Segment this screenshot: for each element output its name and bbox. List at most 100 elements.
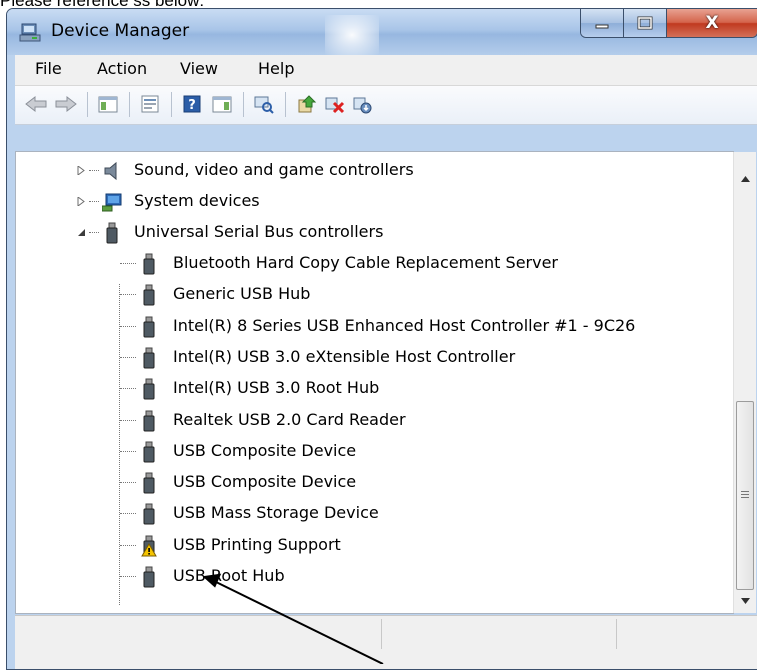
tree-item-label: USB Printing Support [173,534,341,554]
tree-connector [120,388,136,390]
scroll-up-arrow-icon [740,176,750,182]
maximize-icon [637,16,653,30]
uninstall-device-icon [325,97,345,114]
minimize-button[interactable] [581,9,624,37]
disable-device-icon [353,97,372,114]
tree-item-sound-video-game[interactable]: Sound, video and game controllers [16,157,726,183]
tree-item-label: System devices [134,191,260,210]
window-title: Device Manager [51,21,190,41]
thumb-grip [741,497,749,498]
tree-item-label: Sound, video and game controllers [134,160,414,179]
device-tree[interactable]: Sound, video and game controllers System… [15,151,734,614]
tree-connector [120,544,136,546]
tree-item-label: Bluetooth Hard Copy Cable Replacement Se… [173,253,558,272]
tree-connector [120,419,136,421]
tree-connector [120,576,136,577]
tree-connector [89,170,99,171]
toolbar-separator [87,92,88,117]
close-button[interactable]: X [667,9,757,37]
tree-item-label: Intel(R) USB 3.0 eXtensible Host Control… [173,346,516,366]
properties-button[interactable] [137,91,163,117]
menu-view[interactable]: View [180,59,218,78]
tree-connector [120,325,136,327]
scan-hardware-button[interactable] [251,91,277,117]
usb-device-item[interactable]: Bluetooth Hard Copy Cable Replacement Se… [16,250,726,276]
scroll-up-button[interactable] [734,170,756,188]
menu-action[interactable]: Action [97,59,147,78]
usb-connector-icon [143,472,155,494]
scroll-down-arrow-icon [740,598,750,604]
tree-connector [89,232,99,233]
update-driver-button[interactable] [293,91,319,117]
tree-item-usb-controllers[interactable]: Universal Serial Bus controllers [16,219,726,245]
usb-device-item[interactable]: USB Printing Support [16,532,726,558]
show-hide-console-tree-icon [98,96,118,113]
expand-arrow-icon[interactable] [77,166,86,175]
usb-device-item[interactable]: USB Composite Device [16,469,726,495]
collapse-arrow-icon[interactable] [77,228,86,237]
status-pane [381,619,617,649]
usb-connector-icon [143,441,155,463]
tree-connector [89,201,99,202]
scroll-down-button[interactable] [734,592,756,610]
tree-item-label: USB Root Hub [173,566,285,585]
tree-item-label: USB Mass Storage Device [173,503,379,523]
action-pane-button[interactable] [209,91,235,117]
usb-connector-icon [143,316,155,338]
usb-device-item[interactable]: Intel(R) USB 3.0 eXtensible Host Control… [16,344,726,370]
window-controls: X [580,9,757,38]
back-icon [25,95,47,113]
usb-device-item[interactable]: USB Composite Device [16,438,726,464]
thumb-grip [741,494,749,495]
usb-connector-icon [106,222,118,244]
action-pane-icon [212,96,232,113]
forward-icon [55,95,77,113]
scrollbar-thumb[interactable] [736,401,754,590]
tree-item-label: USB Composite Device [173,440,357,460]
uninstall-device-button[interactable] [321,91,347,117]
usb-device-item[interactable]: USB Root Hub [16,563,726,589]
forward-button[interactable] [53,91,79,117]
toolbar-separator [171,92,172,117]
close-icon: X [705,13,719,33]
toolbar-separator [129,92,130,117]
thumb-grip [741,491,749,492]
usb-connector-icon [143,347,155,369]
toolbar-separator [243,92,244,117]
device-manager-window: Device Manager X File Action View Help ?… [6,8,757,670]
tree-item-label: Universal Serial Bus controllers [134,222,384,241]
svg-text:?: ? [188,98,196,113]
menu-file[interactable]: File [35,59,62,78]
menu-bar: File Action View Help [15,55,757,86]
usb-connector-icon [143,566,155,588]
disable-device-button[interactable] [349,91,375,117]
tree-item-label: Generic USB Hub [173,284,311,304]
tree-item-label: Intel(R) 8 Series USB Enhanced Host Cont… [173,315,636,335]
title-bar-glow [325,15,379,55]
usb-device-item[interactable]: USB Mass Storage Device [16,500,726,526]
tree-item-system-devices[interactable]: System devices [16,188,726,214]
update-driver-icon [298,95,317,113]
status-bar [15,615,757,669]
usb-connector-icon [143,503,155,525]
help-icon: ? [183,95,201,113]
usb-device-item[interactable]: Intel(R) 8 Series USB Enhanced Host Cont… [16,313,726,339]
usb-device-item[interactable]: Realtek USB 2.0 Card Reader [16,407,726,433]
show-hide-console-tree-button[interactable] [95,91,121,117]
tree-connector [120,513,136,515]
tree-connector [120,294,136,296]
status-pane [15,619,382,649]
usb-device-item[interactable]: Generic USB Hub [16,281,726,307]
title-bar[interactable]: Device Manager X [7,9,757,55]
properties-icon [141,95,159,113]
expand-arrow-icon[interactable] [77,197,86,206]
computer-icon [102,193,122,212]
back-button[interactable] [23,91,49,117]
maximize-button[interactable] [624,9,667,37]
tree-item-label: USB Composite Device [173,472,357,492]
usb-warning-icon [141,535,157,557]
usb-device-item[interactable]: Intel(R) USB 3.0 Root Hub [16,375,726,401]
vertical-scrollbar[interactable] [733,152,756,613]
menu-help[interactable]: Help [258,59,294,78]
help-button[interactable]: ? [179,91,205,117]
